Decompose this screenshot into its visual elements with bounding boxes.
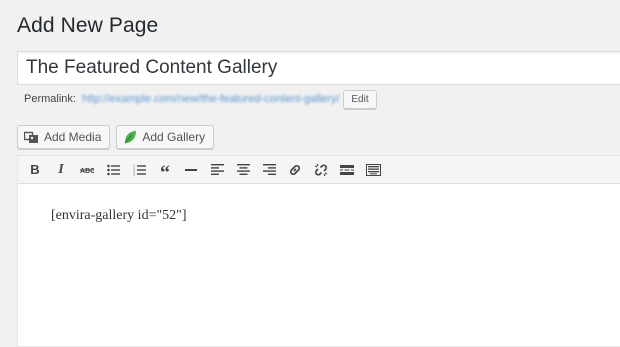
edit-permalink-button[interactable]: Edit <box>343 89 377 109</box>
bullet-list-icon[interactable] <box>100 157 126 183</box>
add-gallery-label: Add Gallery <box>142 130 206 144</box>
page-title: Add New Page <box>17 14 159 37</box>
add-media-button[interactable]: Add Media <box>17 125 111 149</box>
align-left-icon[interactable] <box>204 157 230 183</box>
shortcode-text: [envira-gallery id="52"] <box>51 208 187 223</box>
read-more-icon[interactable] <box>334 157 360 183</box>
media-buttons: Add Media Add Gallery <box>17 125 215 149</box>
link-icon[interactable] <box>282 157 308 183</box>
permalink-row: Permalink: http://example.com/new/the-fe… <box>24 89 377 109</box>
add-media-label: Add Media <box>44 130 102 144</box>
editor-content[interactable]: [envira-gallery id="52"] <box>18 184 620 224</box>
blockquote-icon[interactable]: “ <box>152 153 178 187</box>
unlink-icon[interactable] <box>308 157 334 183</box>
permalink-link[interactable]: http://example.com/new/the-featured-cont… <box>82 93 339 105</box>
numbered-list-icon[interactable]: 123 <box>126 157 152 183</box>
editor-toolbar: B I ABC 123 “ <box>18 156 620 184</box>
align-right-icon[interactable] <box>256 157 282 183</box>
add-gallery-button[interactable]: Add Gallery <box>116 125 215 149</box>
permalink-label: Permalink: <box>24 93 76 105</box>
svg-text:3: 3 <box>133 171 135 176</box>
editor: B I ABC 123 “ [envira-gallery id="52"] <box>17 155 620 347</box>
strikethrough-icon[interactable]: ABC <box>74 157 100 183</box>
align-center-icon[interactable] <box>230 157 256 183</box>
horizontal-line-icon[interactable] <box>178 157 204 183</box>
bold-icon[interactable]: B <box>22 157 48 183</box>
keyboard-icon[interactable] <box>360 157 386 183</box>
italic-icon[interactable]: I <box>48 157 74 183</box>
leaf-icon <box>123 130 137 144</box>
media-icon <box>24 130 39 144</box>
svg-text:ABC: ABC <box>80 168 94 175</box>
post-title-input[interactable] <box>17 51 620 85</box>
